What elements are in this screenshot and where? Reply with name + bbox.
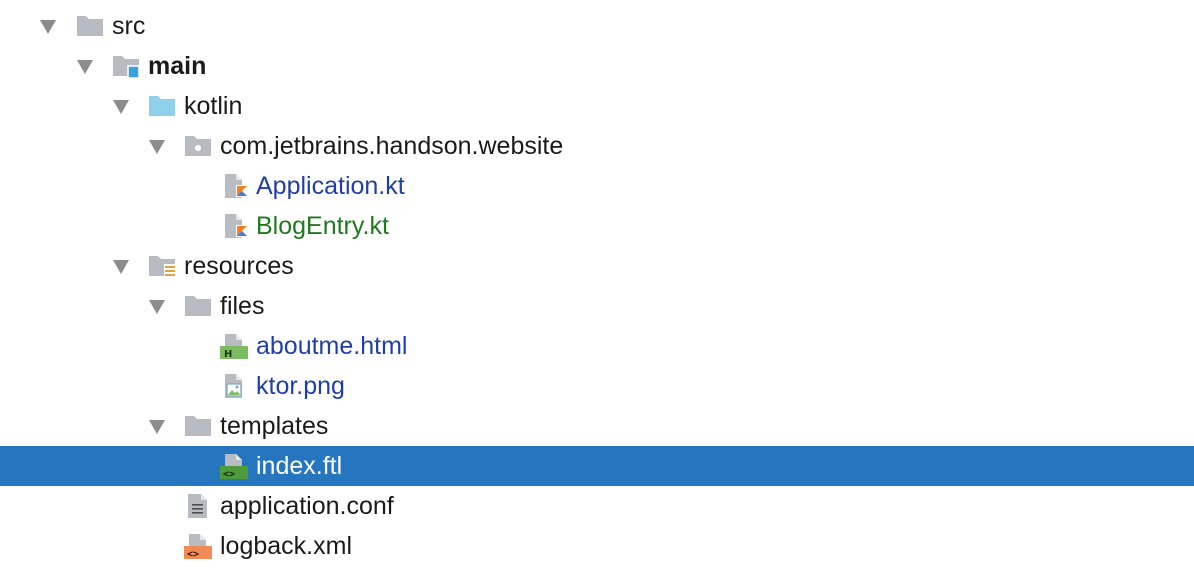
tree-item-logback-xml[interactable]: <> logback.xml xyxy=(0,526,1194,566)
svg-text:<>: <> xyxy=(223,469,235,479)
tree-item-files[interactable]: files xyxy=(0,286,1194,326)
expand-arrow-icon[interactable] xyxy=(40,20,56,34)
package-icon xyxy=(185,136,211,156)
tree-item-label: src xyxy=(112,12,146,40)
tree-item-label: kotlin xyxy=(184,92,243,120)
tree-item-blogentry-kt[interactable]: BlogEntry.kt xyxy=(0,206,1194,246)
tree-item-label: logback.xml xyxy=(220,532,352,560)
tree-item-label: ktor.png xyxy=(256,372,345,400)
text-file-icon xyxy=(188,494,207,518)
folder-icon xyxy=(185,296,211,316)
folder-icon xyxy=(77,16,103,36)
kotlin-file-icon xyxy=(225,174,248,198)
tree-item-ktor-png[interactable]: ktor.png xyxy=(0,366,1194,406)
tree-item-package[interactable]: com.jetbrains.handson.website xyxy=(0,126,1194,166)
expand-arrow-icon[interactable] xyxy=(113,260,129,274)
tree-item-resources[interactable]: resources xyxy=(0,246,1194,286)
kotlin-file-icon xyxy=(225,214,248,238)
tree-item-kotlin[interactable]: kotlin xyxy=(0,86,1194,126)
expand-arrow-icon[interactable] xyxy=(77,60,93,74)
folder-icon xyxy=(185,416,211,436)
tree-item-label: aboutme.html xyxy=(256,332,408,360)
image-file-icon xyxy=(225,374,242,398)
tree-item-label: resources xyxy=(184,252,294,280)
expand-arrow-icon[interactable] xyxy=(149,140,165,154)
html-file-icon: H xyxy=(220,334,248,359)
tree-item-label: application.conf xyxy=(220,492,394,520)
tree-item-application-kt[interactable]: Application.kt xyxy=(0,166,1194,206)
tree-item-label: com.jetbrains.handson.website xyxy=(220,132,564,160)
project-tree: src main kotlin com.jetbrains.handson.we… xyxy=(0,0,1194,572)
tree-item-label: templates xyxy=(220,412,329,440)
xml-file-icon: <> xyxy=(184,534,212,559)
expand-arrow-icon[interactable] xyxy=(113,100,129,114)
tree-item-templates[interactable]: templates xyxy=(0,406,1194,446)
tree-item-label: BlogEntry.kt xyxy=(256,212,389,240)
tree-item-label: files xyxy=(220,292,265,320)
source-root-folder-icon xyxy=(113,56,140,79)
tree-item-index-ftl[interactable]: <> index.ftl xyxy=(0,446,1194,486)
tree-item-label: index.ftl xyxy=(256,452,343,480)
tree-item-src[interactable]: src xyxy=(0,6,1194,46)
template-file-icon: <> xyxy=(220,454,248,479)
tree-item-application-conf[interactable]: application.conf xyxy=(0,486,1194,526)
expand-arrow-icon[interactable] xyxy=(149,420,165,434)
kotlin-source-folder-icon xyxy=(149,96,175,116)
svg-text:H: H xyxy=(224,349,232,359)
tree-item-aboutme-html[interactable]: H aboutme.html xyxy=(0,326,1194,366)
resources-folder-icon xyxy=(149,256,176,279)
expand-arrow-icon[interactable] xyxy=(149,300,165,314)
tree-item-label: main xyxy=(148,52,207,80)
tree-item-main[interactable]: main xyxy=(0,46,1194,86)
svg-text:<>: <> xyxy=(187,549,199,559)
tree-item-label: Application.kt xyxy=(256,172,405,200)
